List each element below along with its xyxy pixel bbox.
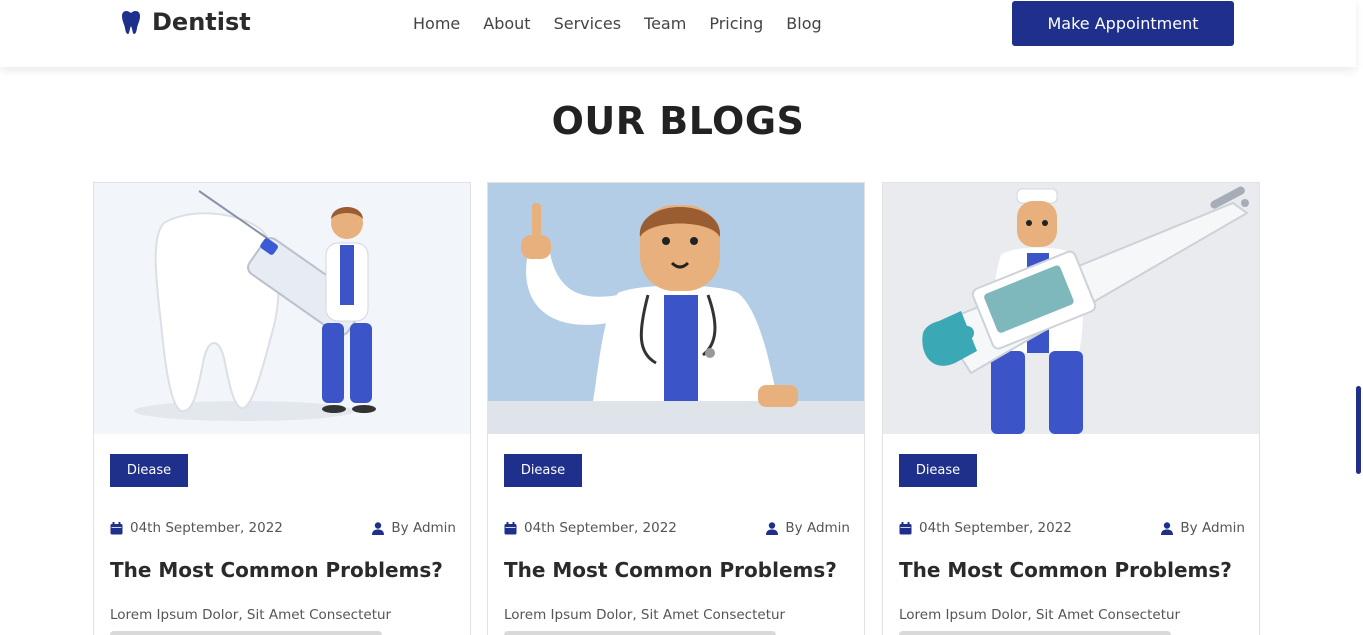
nav-about[interactable]: About bbox=[483, 14, 530, 33]
blog-excerpt-next-line bbox=[899, 631, 1171, 635]
user-icon bbox=[1161, 521, 1174, 535]
blog-date: 04th September, 2022 bbox=[919, 520, 1072, 536]
calendar-icon bbox=[899, 521, 912, 534]
brand[interactable]: Dentist bbox=[120, 8, 251, 36]
blog-author: By Admin bbox=[391, 520, 456, 536]
blog-card-image[interactable] bbox=[488, 183, 864, 434]
nav-team[interactable]: Team bbox=[644, 14, 686, 33]
blog-excerpt-next-line bbox=[504, 631, 776, 635]
doctor-pointing-up-illustration bbox=[488, 183, 864, 434]
scrollbar-thumb[interactable] bbox=[1356, 386, 1361, 474]
doctor-with-thermometer-illustration bbox=[883, 183, 1259, 434]
blog-title[interactable]: The Most Common Problems? bbox=[504, 558, 854, 582]
user-icon bbox=[372, 521, 385, 535]
category-tag[interactable]: Diease bbox=[504, 454, 582, 487]
nav-pricing[interactable]: Pricing bbox=[709, 14, 763, 33]
blog-title[interactable]: The Most Common Problems? bbox=[899, 558, 1249, 582]
blog-card-image[interactable] bbox=[883, 183, 1259, 434]
blog-excerpt: Lorem Ipsum Dolor, Sit Amet Consectetur bbox=[504, 607, 786, 623]
blog-date: 04th September, 2022 bbox=[130, 520, 283, 536]
brand-name: Dentist bbox=[152, 8, 251, 36]
blog-title[interactable]: The Most Common Problems? bbox=[110, 558, 460, 582]
navbar: Dentist Home About Services Team Pricing… bbox=[0, 0, 1356, 67]
section-title: OUR BLOGS bbox=[551, 99, 805, 143]
category-tag[interactable]: Diease bbox=[110, 454, 188, 487]
category-tag[interactable]: Diease bbox=[899, 454, 977, 487]
blog-author: By Admin bbox=[785, 520, 850, 536]
blog-excerpt: Lorem Ipsum Dolor, Sit Amet Consectetur bbox=[899, 607, 1181, 623]
doctor-with-tooth-and-syringe-illustration bbox=[94, 183, 470, 434]
calendar-icon bbox=[504, 521, 517, 534]
blog-author: By Admin bbox=[1180, 520, 1245, 536]
nav-home[interactable]: Home bbox=[413, 14, 460, 33]
blog-excerpt-next-line bbox=[110, 631, 382, 635]
calendar-icon bbox=[110, 521, 123, 534]
tooth-logo-icon bbox=[122, 11, 140, 34]
blog-meta: 04th September, 2022 By Admin bbox=[899, 518, 1245, 538]
blog-card[interactable]: Diease 04th September, 2022 By Admin The… bbox=[93, 182, 471, 635]
blog-card[interactable]: Diease 04th September, 2022 By Admin The… bbox=[487, 182, 865, 635]
make-appointment-button[interactable]: Make Appointment bbox=[1012, 1, 1234, 46]
blog-card[interactable]: Diease 04th September, 2022 By Admin The… bbox=[882, 182, 1260, 635]
blog-meta: 04th September, 2022 By Admin bbox=[110, 518, 456, 538]
user-icon bbox=[766, 521, 779, 535]
nav-blog[interactable]: Blog bbox=[786, 14, 821, 33]
blog-meta: 04th September, 2022 By Admin bbox=[504, 518, 850, 538]
blog-excerpt: Lorem Ipsum Dolor, Sit Amet Consectetur bbox=[110, 607, 392, 623]
main-nav: Home About Services Team Pricing Blog bbox=[413, 14, 822, 33]
nav-services[interactable]: Services bbox=[554, 14, 621, 33]
blog-card-image[interactable] bbox=[94, 183, 470, 434]
blog-date: 04th September, 2022 bbox=[524, 520, 677, 536]
